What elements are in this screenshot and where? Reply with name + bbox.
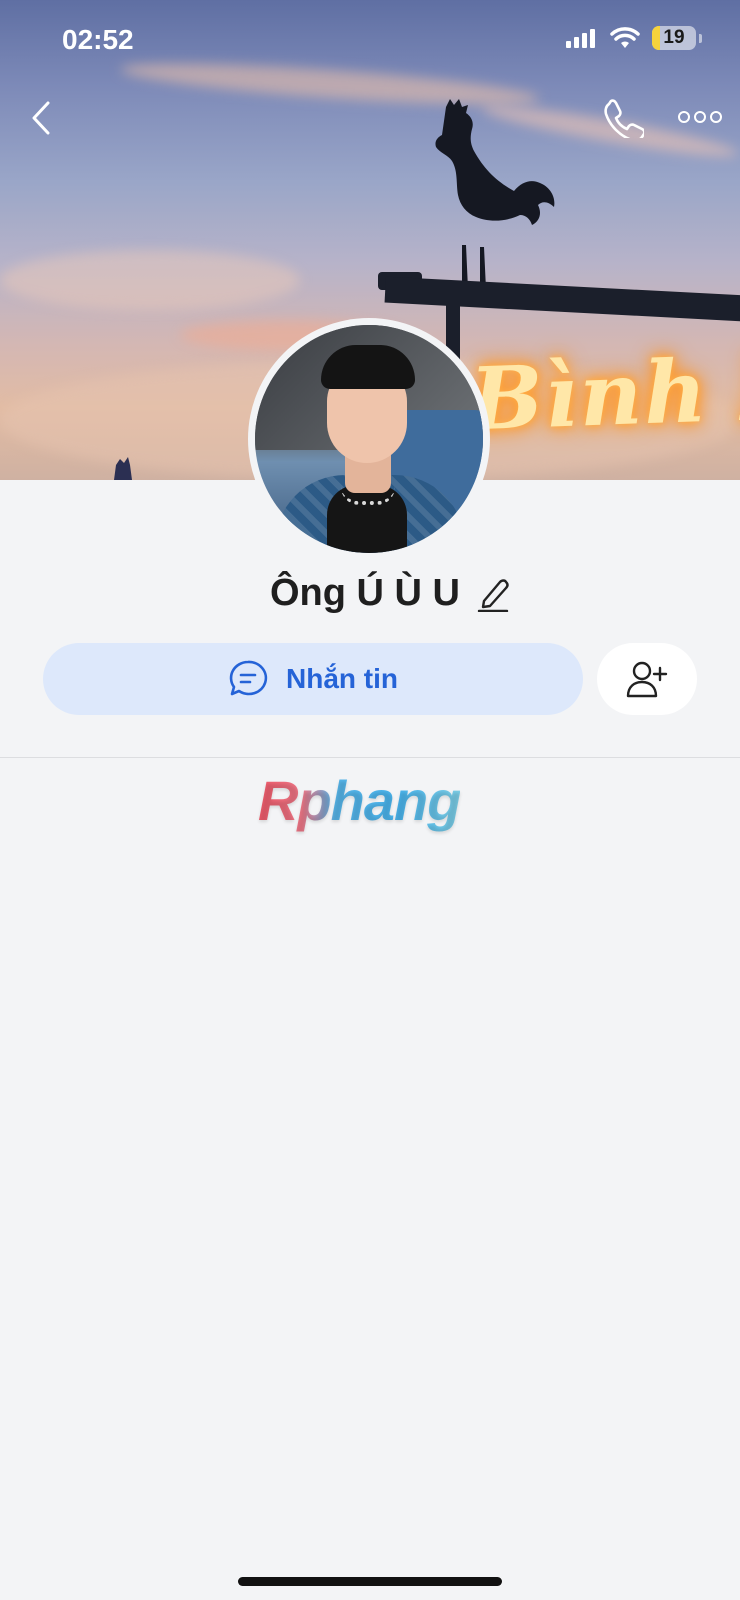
rooster-silhouette xyxy=(435,99,555,289)
status-icons: 19 xyxy=(566,26,702,50)
avatar[interactable] xyxy=(248,318,490,560)
edit-pencil-icon[interactable] xyxy=(476,576,510,612)
message-button[interactable]: Nhắn tin xyxy=(43,643,583,715)
profile-name: Ông Ú Ù U xyxy=(270,572,460,614)
cellular-signal-icon xyxy=(566,29,595,48)
profile-screen: Bình Minh 02:52 19 xyxy=(0,0,740,1600)
wifi-icon xyxy=(610,27,640,48)
avatar-hair xyxy=(321,345,415,389)
watermark-logo: Rphang xyxy=(258,769,461,832)
section-divider xyxy=(0,757,740,758)
message-button-label: Nhắn tin xyxy=(286,663,398,694)
more-icon xyxy=(710,111,722,123)
back-button[interactable] xyxy=(24,98,58,138)
more-icon xyxy=(678,111,690,123)
home-indicator[interactable] xyxy=(238,1577,502,1586)
battery-nub xyxy=(699,33,702,43)
more-button[interactable] xyxy=(678,100,722,134)
battery-icon: 19 xyxy=(652,26,696,50)
profile-name-row: Ông Ú Ù U xyxy=(0,572,740,615)
battery-fill xyxy=(652,26,661,50)
more-icon xyxy=(694,111,706,123)
add-user-icon xyxy=(626,661,668,698)
add-friend-button[interactable] xyxy=(597,643,697,715)
flower-silhouette xyxy=(114,457,132,480)
status-time: 02:52 xyxy=(62,24,134,55)
chevron-left-icon xyxy=(32,101,50,135)
neon-sign-text: Bình Minh xyxy=(468,331,740,451)
phone-icon xyxy=(604,99,646,142)
cover-cloud xyxy=(0,250,300,310)
call-button[interactable] xyxy=(602,96,646,142)
avatar-photo xyxy=(255,325,483,553)
sign-bar xyxy=(384,276,740,322)
chat-bubble-icon xyxy=(229,660,268,696)
battery-level: 19 xyxy=(663,27,685,48)
